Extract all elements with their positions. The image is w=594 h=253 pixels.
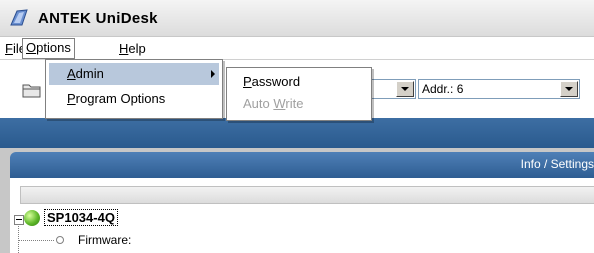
status-online-icon xyxy=(24,210,40,226)
menu-bar: File Options Help xyxy=(0,37,594,60)
auto-write-rest: rite xyxy=(285,96,304,111)
menu-options[interactable]: Options xyxy=(22,38,75,59)
menu-item-password[interactable]: Password xyxy=(243,74,300,89)
menu-item-program-options[interactable]: Program Options xyxy=(49,88,219,110)
program-options-rest: rogram Options xyxy=(75,91,166,106)
header-band xyxy=(0,118,594,148)
title-bar: ANTEK UniDesk xyxy=(0,0,594,37)
tree-firmware-node[interactable]: Firmware: xyxy=(78,233,131,247)
panel-title: Info / Settings xyxy=(520,157,594,171)
options-menu: Admin Program Options xyxy=(45,59,223,119)
menu-options-rest: ptions xyxy=(36,40,71,55)
password-key: P xyxy=(243,74,252,89)
menu-item-admin[interactable]: Admin xyxy=(49,63,219,85)
menu-item-auto-write: Auto Write xyxy=(243,96,303,111)
chevron-down-icon[interactable] xyxy=(396,81,414,97)
tree-leaf-icon xyxy=(56,236,64,244)
password-rest: assword xyxy=(251,74,301,89)
admin-submenu: Password Auto Write xyxy=(226,67,372,121)
menu-help[interactable]: Help xyxy=(116,40,149,57)
auto-write-key: W xyxy=(273,96,286,111)
folder-icon[interactable] xyxy=(22,82,42,98)
window-title: ANTEK UniDesk xyxy=(38,10,158,27)
panel-header: Info / Settings xyxy=(10,152,594,178)
chevron-right-icon xyxy=(211,70,215,78)
collapse-icon[interactable] xyxy=(14,215,24,225)
menu-file-key: F xyxy=(5,41,13,56)
menu-options-key: O xyxy=(26,40,37,55)
address-combo[interactable]: Addr.: 6 xyxy=(418,79,580,99)
admin-rest: dmin xyxy=(75,66,104,81)
menu-help-rest: elp xyxy=(128,41,146,56)
admin-key: A xyxy=(67,66,76,81)
device-combo[interactable] xyxy=(368,79,416,99)
chevron-down-icon[interactable] xyxy=(560,81,578,97)
tree-connector xyxy=(18,240,54,241)
menu-help-key: H xyxy=(119,41,129,56)
panel-column-header xyxy=(20,186,594,204)
address-combo-value: Addr.: 6 xyxy=(422,82,464,96)
auto-write-pre: Auto xyxy=(243,96,274,111)
app-logo-icon xyxy=(10,9,28,26)
tree-device-node[interactable]: SP1034-4Q xyxy=(44,209,118,226)
program-options-key: P xyxy=(67,91,76,106)
